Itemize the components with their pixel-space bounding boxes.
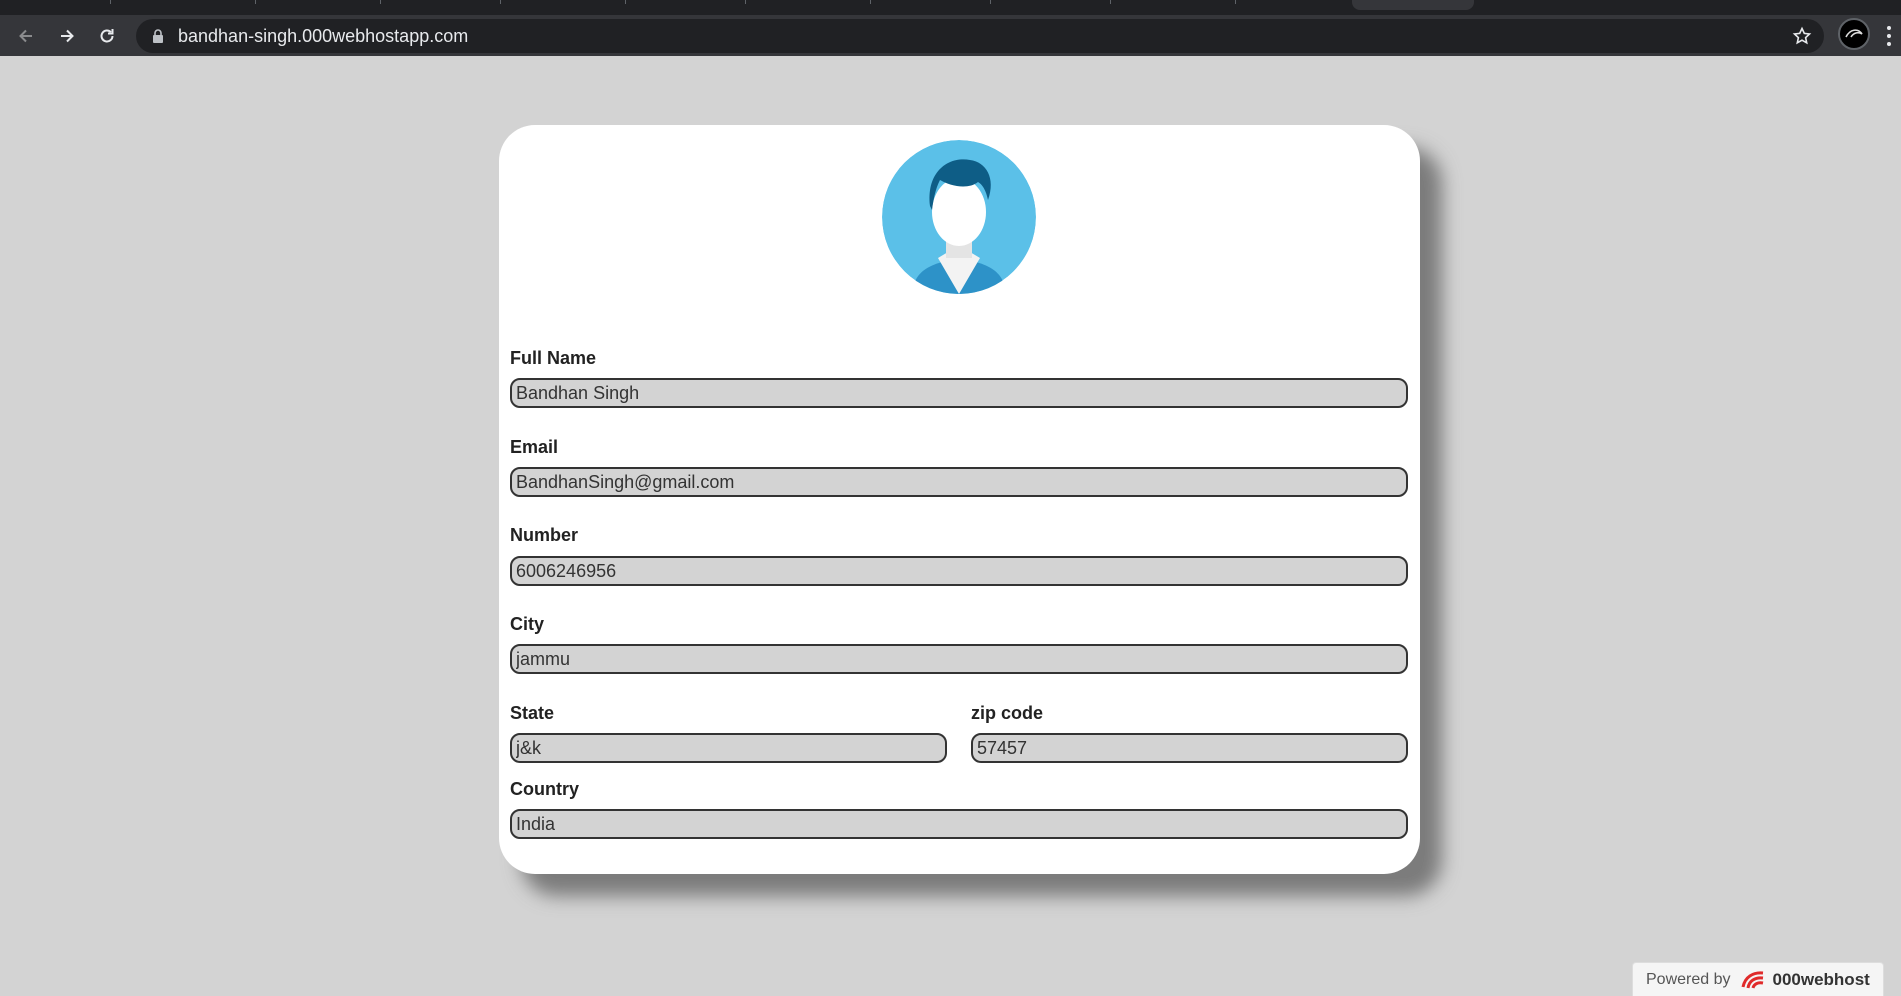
city-input[interactable] (510, 644, 1408, 674)
country-input[interactable] (510, 809, 1408, 839)
full-name-label: Full Name (510, 348, 597, 368)
webhost-brand: 000webhost (1772, 969, 1870, 989)
powered-by-badge[interactable]: Powered by 000webhost (1632, 962, 1884, 996)
email-label: Email (510, 437, 559, 457)
tab-separator (380, 0, 381, 4)
email-input[interactable] (510, 467, 1408, 497)
full-name-input[interactable] (510, 378, 1408, 408)
state-label: State (510, 703, 555, 723)
url-text[interactable]: bandhan-singh.000webhostapp.com (178, 19, 468, 53)
reload-button[interactable] (91, 20, 123, 52)
reload-icon (100, 29, 114, 43)
number-input[interactable] (510, 556, 1408, 586)
zip-code-input[interactable] (971, 733, 1408, 763)
powered-by-text: Powered by (1646, 970, 1731, 988)
back-button[interactable] (10, 20, 42, 52)
forward-arrow-icon (61, 29, 74, 43)
tab-separator (500, 0, 501, 4)
profile-icon[interactable] (1838, 18, 1870, 50)
tab-separator (745, 0, 746, 4)
tab-separator (1235, 0, 1236, 4)
lock-icon (153, 29, 163, 43)
back-arrow-icon (19, 29, 32, 43)
number-label: Number (510, 525, 579, 545)
avatar (882, 140, 1036, 294)
star-icon[interactable] (1792, 26, 1812, 46)
tab-strip (0, 0, 1901, 15)
tab-separator (1110, 0, 1111, 4)
tab-separator (110, 0, 111, 4)
address-bar[interactable]: bandhan-singh.000webhostapp.com (136, 19, 1824, 53)
tab-separator (990, 0, 991, 4)
country-label: Country (510, 779, 579, 799)
browser-toolbar: bandhan-singh.000webhostapp.com (0, 15, 1901, 56)
avatar-icon (882, 140, 1036, 294)
tab-separator (870, 0, 871, 4)
tab-separator (625, 0, 626, 4)
tab-separator (255, 0, 256, 4)
forward-button[interactable] (51, 20, 83, 52)
active-tab[interactable] (1352, 0, 1474, 10)
webhost-logo-icon (1741, 970, 1763, 989)
zip-code-label: zip code (971, 703, 1044, 723)
menu-dots-icon[interactable] (1884, 23, 1894, 49)
city-label: City (510, 614, 545, 634)
profile-card: Full Name Email Number City State zip co… (499, 125, 1420, 874)
state-input[interactable] (510, 733, 947, 763)
